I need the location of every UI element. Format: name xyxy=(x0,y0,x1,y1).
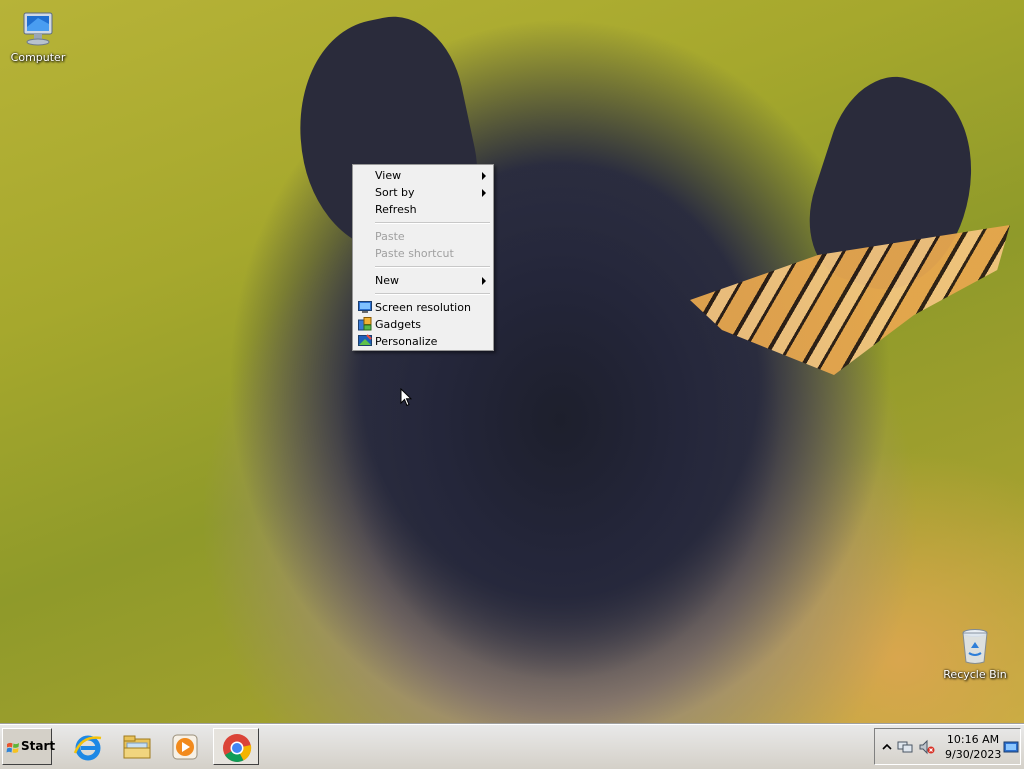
screen-resolution-icon xyxy=(358,301,372,313)
computer-icon xyxy=(23,12,53,46)
network-icon[interactable] xyxy=(897,739,913,755)
menu-item-paste: Paste xyxy=(355,228,491,245)
menu-item-new[interactable]: New xyxy=(355,272,491,289)
volume-muted-icon[interactable] xyxy=(919,739,935,755)
start-button[interactable]: Start xyxy=(2,728,56,765)
internet-explorer-icon xyxy=(73,735,102,761)
desktop-icon-computer[interactable]: Computer xyxy=(1,9,75,64)
menu-separator xyxy=(375,293,490,295)
submenu-arrow-icon xyxy=(482,189,486,197)
file-explorer-icon xyxy=(123,735,151,759)
taskbar-file-explorer[interactable] xyxy=(114,728,160,765)
start-label: Start xyxy=(21,739,56,753)
menu-item-label: New xyxy=(375,274,399,287)
submenu-arrow-icon xyxy=(482,172,486,180)
taskbar-chrome[interactable] xyxy=(213,728,259,765)
menu-item-label: View xyxy=(375,169,402,182)
desktop-icon-label: Computer xyxy=(10,51,66,64)
menu-item-refresh[interactable]: Refresh xyxy=(355,201,491,218)
clock-time[interactable]: 10:16 AM xyxy=(945,733,1001,746)
media-player-icon xyxy=(172,734,198,760)
system-tray: 10:16 AM 9/30/2023 xyxy=(874,728,1021,765)
personalize-icon xyxy=(358,334,372,346)
menu-item-paste-shortcut: Paste shortcut xyxy=(355,245,491,262)
clock-date[interactable]: 9/30/2023 xyxy=(945,748,1001,761)
recycle-bin-icon xyxy=(962,629,988,664)
desktop-icon-recycle-bin[interactable]: Recycle Bin xyxy=(938,626,1012,681)
menu-item-personalize[interactable]: Personalize xyxy=(355,333,491,350)
menu-item-label: Paste shortcut xyxy=(375,247,454,260)
windows-logo-icon xyxy=(6,742,19,753)
show-hidden-icons-chevron[interactable] xyxy=(879,739,895,755)
desktop-background[interactable]: Computer Recycle Bin View Sort by Refres… xyxy=(0,0,1024,724)
gadgets-icon xyxy=(358,317,372,331)
chrome-icon xyxy=(223,734,252,762)
taskbar-internet-explorer[interactable] xyxy=(65,728,111,765)
menu-item-label: Personalize xyxy=(375,335,438,348)
show-desktop-icon[interactable] xyxy=(1003,739,1019,755)
taskbar: Start 10:16 AM 9/30/2023 xyxy=(0,724,1024,769)
desktop-context-menu: View Sort by Refresh Paste Paste shortcu… xyxy=(352,164,494,351)
mouse-pointer-icon xyxy=(400,388,412,407)
menu-item-label: Refresh xyxy=(375,203,417,216)
menu-separator xyxy=(375,222,490,224)
menu-separator xyxy=(375,266,490,268)
menu-item-label: Sort by xyxy=(375,186,415,199)
taskbar-media-player[interactable] xyxy=(162,728,208,765)
menu-item-view[interactable]: View xyxy=(355,167,491,184)
menu-item-label: Gadgets xyxy=(375,318,422,331)
desktop-icon-label: Recycle Bin xyxy=(943,668,1007,681)
menu-item-label: Paste xyxy=(375,230,405,243)
menu-item-label: Screen resolution xyxy=(375,301,471,314)
menu-item-sort-by[interactable]: Sort by xyxy=(355,184,491,201)
menu-item-gadgets[interactable]: Gadgets xyxy=(355,316,491,333)
submenu-arrow-icon xyxy=(482,277,486,285)
menu-item-screen-resolution[interactable]: Screen resolution xyxy=(355,299,491,316)
